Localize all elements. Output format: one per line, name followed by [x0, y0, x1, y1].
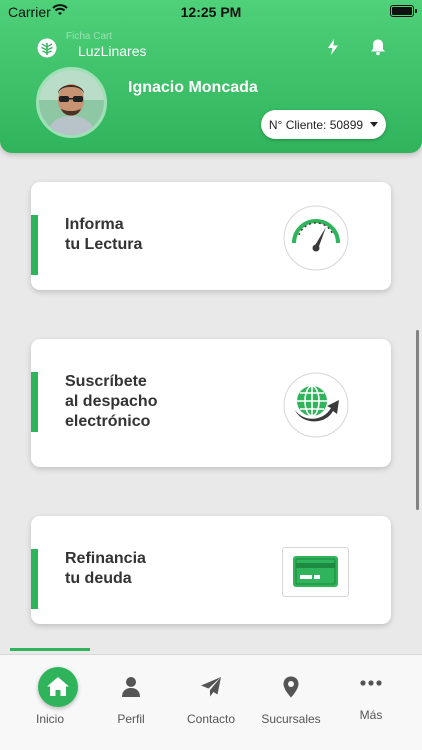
- home-icon: [47, 677, 69, 696]
- card-despacho-electronico[interactable]: Suscríbete al despacho electrónico: [31, 339, 391, 467]
- card-accent-bar: [31, 549, 38, 609]
- client-number-dropdown[interactable]: N° Cliente: 50899: [261, 110, 386, 139]
- card-title-line: tu deuda: [65, 570, 132, 587]
- card-title-line: tu Lectura: [65, 236, 143, 253]
- tab-contacto[interactable]: Contacto: [169, 655, 253, 750]
- tab-mas[interactable]: Más: [329, 655, 413, 750]
- tab-label: Contacto: [186, 712, 236, 726]
- card-title-line: electrónico: [65, 413, 151, 430]
- battery-icon: [390, 5, 417, 17]
- tab-label: Perfil: [117, 712, 145, 726]
- card-title: Informa tu Lectura: [65, 215, 142, 255]
- location-pin-icon: [283, 676, 299, 698]
- chevron-down-icon: [370, 122, 379, 127]
- card-title-line: Suscríbete: [65, 373, 147, 390]
- globe-arrow-icon: [283, 372, 349, 438]
- card-informa-lectura[interactable]: Informa tu Lectura: [31, 182, 391, 290]
- card-title: Suscríbete al despacho electrónico: [65, 372, 157, 432]
- tab-perfil[interactable]: Perfil: [89, 655, 173, 750]
- tab-inicio[interactable]: Inicio: [8, 655, 92, 750]
- lightning-bolt-icon[interactable]: [323, 37, 343, 57]
- tab-label: Más: [359, 708, 383, 722]
- clock: 12:25 PM: [180, 4, 242, 20]
- active-tab-bubble: [38, 667, 78, 707]
- more-dots-icon: [360, 680, 382, 686]
- tab-bar: Inicio Perfil Contacto Sucursales Más: [0, 654, 422, 750]
- leaf-logo-icon: [37, 38, 57, 58]
- app-header: Carrier 12:25 PM Ficha Cart LuzLinares I…: [0, 0, 422, 153]
- credit-card-icon: [282, 547, 349, 597]
- card-refinancia-deuda[interactable]: Refinancia tu deuda: [31, 516, 391, 624]
- paper-plane-icon: [201, 677, 221, 697]
- scrollbar[interactable]: [416, 330, 419, 510]
- tab-label: Inicio: [35, 712, 64, 726]
- card-accent-bar: [31, 215, 38, 275]
- avatar[interactable]: [36, 67, 107, 138]
- person-icon: [122, 677, 140, 697]
- tab-sucursales[interactable]: Sucursales: [249, 655, 333, 750]
- card-title-line: al despacho: [65, 393, 158, 410]
- client-number-label: N° Cliente: 50899: [268, 117, 364, 132]
- card-title-line: Informa: [65, 216, 124, 233]
- card-title: Refinancia tu deuda: [65, 549, 146, 589]
- card-title-line: Refinancia: [65, 550, 146, 567]
- card-accent-bar: [31, 372, 38, 432]
- tab-label: Sucursales: [261, 712, 321, 726]
- progress-line: [10, 648, 90, 651]
- status-bar: Carrier 12:25 PM: [0, 0, 422, 24]
- speedometer-icon: [283, 205, 349, 271]
- profile-photo: [39, 70, 104, 135]
- user-name: Ignacio Moncada: [128, 79, 258, 96]
- bell-icon[interactable]: [368, 37, 388, 57]
- app-name: LuzLinares: [78, 43, 147, 59]
- ghost-label: Ficha Cart: [66, 31, 113, 42]
